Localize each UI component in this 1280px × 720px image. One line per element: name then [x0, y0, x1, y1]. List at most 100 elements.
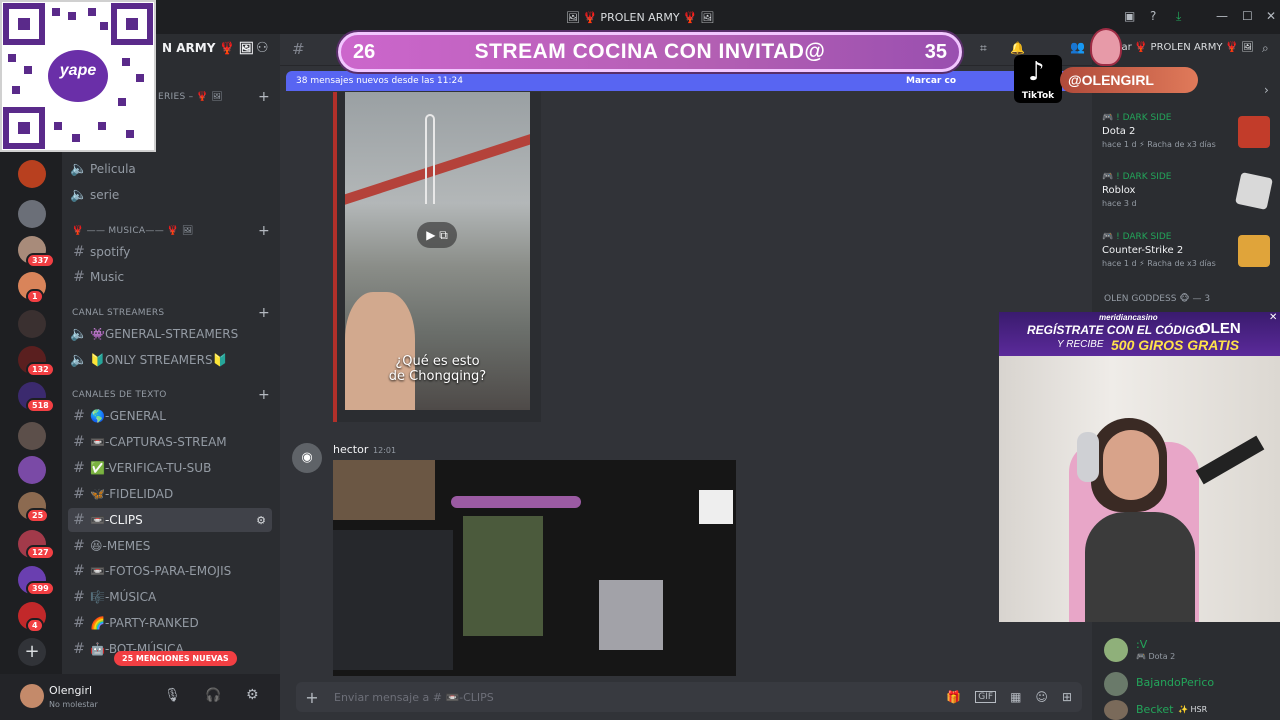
server-icon[interactable] — [18, 310, 46, 338]
help-icon[interactable]: ? — [1150, 9, 1156, 23]
gift-icon[interactable]: 🎁 — [946, 690, 961, 704]
channel-fotos-para-emojis[interactable]: # 📼-FOTOS-PARA-EMOJIS — [68, 559, 272, 583]
server-icon[interactable] — [18, 160, 46, 188]
category-musica[interactable]: 🦞 —— MUSICA—— 🦞 🖼 + — [72, 223, 270, 239]
channel-pelicula[interactable]: 🔈 Pelicula — [68, 157, 272, 181]
download-icon[interactable]: ⤓ — [1176, 9, 1181, 24]
server-icon[interactable] — [18, 422, 46, 450]
headphones-icon[interactable]: 🎧 — [205, 688, 221, 703]
hash-icon: # — [73, 615, 85, 631]
minimize-icon[interactable]: — — [1216, 9, 1228, 23]
hash-icon: # — [292, 40, 305, 58]
member-activity: ✨ HSR — [1178, 705, 1208, 714]
settings-icon[interactable]: ⚙ — [256, 514, 266, 527]
server-icon[interactable] — [18, 200, 46, 228]
add-channel-icon[interactable]: + — [258, 387, 270, 403]
discord-avatar-icon[interactable]: ◉ — [292, 443, 322, 473]
category-texto[interactable]: CANALES DE TEXTO + — [72, 387, 270, 403]
shirt-shape — [1085, 512, 1195, 622]
user-settings-icon[interactable]: ⚙ — [246, 687, 259, 703]
channel-only-streamers[interactable]: 🔈 🔰ONLY STREAMERS🔰 — [68, 348, 272, 372]
channel-party-ranked[interactable]: # 🌈-PARTY-RANKED — [68, 611, 272, 635]
chevron-right-icon[interactable]: › — [1264, 83, 1269, 97]
channel-fidelidad[interactable]: # 🦋-FIDELIDAD — [68, 482, 272, 506]
avatar[interactable] — [20, 684, 44, 708]
roblox-game-icon — [1235, 172, 1273, 210]
new-messages-text: 38 mensajes nuevos desde las 11:24 — [296, 76, 463, 86]
thumb-qr — [699, 490, 733, 524]
server-rail: 337 1 132 518 25 127 399 4 + — [0, 150, 62, 720]
channel-general[interactable]: # 🌎-GENERAL — [68, 404, 272, 428]
microphone-icon[interactable]: 🎙 — [164, 688, 181, 703]
member-name[interactable]: Becket — [1136, 703, 1173, 716]
hash-icon: # — [73, 512, 85, 528]
channel-musica-texto[interactable]: # 🎼-MÚSICA — [68, 585, 272, 609]
screenshot-attachment[interactable] — [333, 460, 736, 676]
play-icon[interactable]: ▶ ⧉ — [417, 222, 457, 248]
server-name[interactable]: N ARMY 🦞 🖼 — [162, 41, 254, 55]
channel-spotify[interactable]: # spotify — [68, 240, 272, 264]
qr-code: yape — [0, 0, 156, 152]
avatar[interactable] — [1104, 672, 1128, 696]
add-server-icon[interactable]: + — [18, 638, 46, 666]
channel-general-streamers[interactable]: 🔈 👾GENERAL-STREAMERS — [68, 322, 272, 346]
members-icon[interactable]: 👥 — [1070, 40, 1085, 54]
composer-placeholder: Enviar mensaje a # 📼-CLIPS — [334, 690, 494, 704]
channel-memes[interactable]: # 😆-MEMES — [68, 534, 272, 558]
dota-game-icon — [1238, 116, 1270, 148]
message-composer[interactable]: + Enviar mensaje a # 📼-CLIPS 🎁 GIF ▦ ☺ ⊞ — [296, 682, 1082, 712]
unread-badge: 337 — [26, 253, 55, 268]
hash-icon: # — [73, 244, 85, 260]
activity-user: ! DARK SIDE — [1116, 232, 1172, 242]
new-mentions-pill[interactable]: 25 MENCIONES NUEVAS — [114, 651, 237, 666]
search-icon[interactable]: ⌕ — [1262, 41, 1269, 56]
gif-icon[interactable]: GIF — [975, 691, 997, 703]
activity-user: ! DARK SIDE — [1116, 113, 1172, 123]
unread-badge: 132 — [26, 362, 55, 377]
mark-read-button[interactable]: Marcar co — [906, 76, 956, 86]
category-series[interactable]: ERIES – 🦞 🖼 + — [158, 89, 270, 105]
unread-badge: 1 — [26, 289, 44, 304]
hash-icon: # — [73, 641, 85, 657]
close-icon[interactable]: ✕ — [1269, 312, 1277, 323]
message-time: 12:01 — [373, 446, 397, 455]
add-attachment-icon[interactable]: + — [300, 688, 324, 707]
apps-icon[interactable]: ⊞ — [1062, 690, 1072, 704]
avatar[interactable] — [1104, 700, 1128, 720]
avatar[interactable] — [1104, 638, 1128, 662]
new-messages-bar[interactable]: 38 mensajes nuevos desde las 11:24 Marca… — [286, 71, 1096, 91]
message-author[interactable]: hector — [333, 443, 368, 456]
add-channel-icon[interactable]: + — [258, 89, 270, 105]
category-streamers[interactable]: CANAL STREAMERS + — [72, 305, 270, 321]
video-thumbnail[interactable]: ▶ ⧉ ¿Qué es esto de Chongqing? — [345, 92, 530, 410]
add-channel-icon[interactable]: + — [258, 223, 270, 239]
search-text[interactable]: car 🦞 PROLEN ARMY 🦞 🖼 — [1116, 42, 1254, 53]
close-icon[interactable]: ✕ — [1266, 9, 1276, 23]
thumb-sidebar — [333, 530, 453, 670]
member-activity: 🎮 Dota 2 — [1136, 652, 1176, 661]
member-name[interactable]: :V — [1136, 638, 1147, 651]
inbox-icon[interactable]: ▣ — [1124, 9, 1135, 23]
mascot-sticker — [1090, 28, 1122, 66]
hash-icon: # — [73, 460, 85, 476]
channel-capturas-stream[interactable]: # 📼-CAPTURAS-STREAM — [68, 430, 272, 454]
channel-clips[interactable]: # 📼-CLIPS ⚙ — [68, 508, 272, 532]
add-channel-icon[interactable]: + — [258, 305, 270, 321]
channel-verifica-tu-sub[interactable]: # ✅-VERIFICA-TU-SUB — [68, 456, 272, 480]
casino-banner: meridiancasino REGÍSTRATE CON EL CÓDIGO … — [999, 312, 1280, 356]
video-caption-line2: de Chongqing? — [388, 369, 487, 384]
threads-icon[interactable]: ⌗ — [980, 41, 987, 56]
headphone-shape — [1077, 432, 1099, 482]
maximize-icon[interactable]: ☐ — [1242, 9, 1253, 23]
channel-music[interactable]: # Music — [68, 265, 272, 289]
server-icon[interactable] — [18, 456, 46, 484]
channel-serie[interactable]: 🔈 serie — [68, 183, 272, 207]
member-name[interactable]: BajandoPerico — [1136, 676, 1214, 689]
bell-icon[interactable]: 🔔 — [1010, 41, 1025, 55]
sticker-icon[interactable]: ▦ — [1010, 690, 1021, 704]
bridge-shape — [345, 128, 530, 206]
stream-title: STREAM COCINA CON INVITAD@ — [474, 40, 826, 63]
emoji-icon[interactable]: ☺ — [1035, 690, 1048, 704]
invite-icon[interactable]: ⚇ — [256, 40, 269, 56]
gamepad-icon: 🎮 — [1102, 232, 1114, 242]
